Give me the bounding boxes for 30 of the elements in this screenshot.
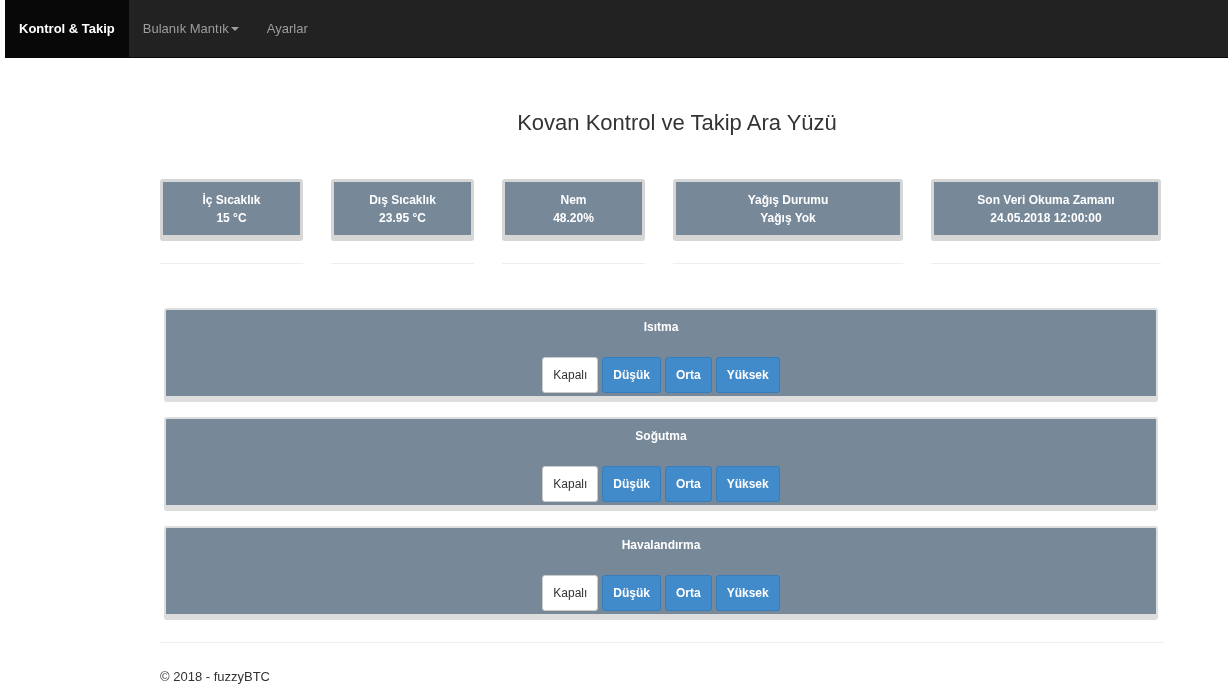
level-button[interactable]: Düşük <box>602 575 661 611</box>
level-button[interactable]: Kapalı <box>542 466 599 502</box>
panel-title: Havalandırma <box>621 537 701 554</box>
card-value: 23.95 °C <box>379 209 426 227</box>
footer-text: © 2018 - fuzzyBTC <box>160 668 271 686</box>
level-button[interactable]: Kapalı <box>542 357 599 393</box>
nav-link[interactable]: Bulanık Mantık <box>128 0 253 57</box>
card-label: İç Sıcaklık <box>202 191 261 209</box>
level-button[interactable]: Yüksek <box>715 357 780 393</box>
level-button[interactable]: Düşük <box>602 357 661 393</box>
level-button[interactable]: Orta <box>665 575 712 611</box>
card-value: 24.05.2018 12:00:00 <box>990 209 1102 227</box>
level-button[interactable]: Orta <box>665 357 712 393</box>
level-button[interactable]: Yüksek <box>715 466 780 502</box>
level-button[interactable]: Yüksek <box>715 575 780 611</box>
nav-link[interactable]: Kontrol & Takip <box>5 0 129 57</box>
card-label: Nem <box>560 191 587 209</box>
page-title: Kovan Kontrol ve Takip Ara Yüzü <box>516 109 838 137</box>
card-label: Dış Sıcaklık <box>369 191 436 209</box>
level-button[interactable]: Düşük <box>602 466 661 502</box>
level-button[interactable]: Orta <box>665 466 712 502</box>
nav-link[interactable]: Ayarlar <box>252 0 322 57</box>
card-label: Son Veri Okuma Zamanı <box>977 191 1115 209</box>
card-value: 15 °C <box>216 209 247 227</box>
card-value: Yağış Yok <box>760 209 816 227</box>
card-value: 48.20% <box>553 209 594 227</box>
card-label: Yağış Durumu <box>747 191 829 209</box>
panel-title: Isıtma <box>643 319 679 336</box>
panel-title: Soğutma <box>635 428 687 445</box>
level-button[interactable]: Kapalı <box>542 575 599 611</box>
